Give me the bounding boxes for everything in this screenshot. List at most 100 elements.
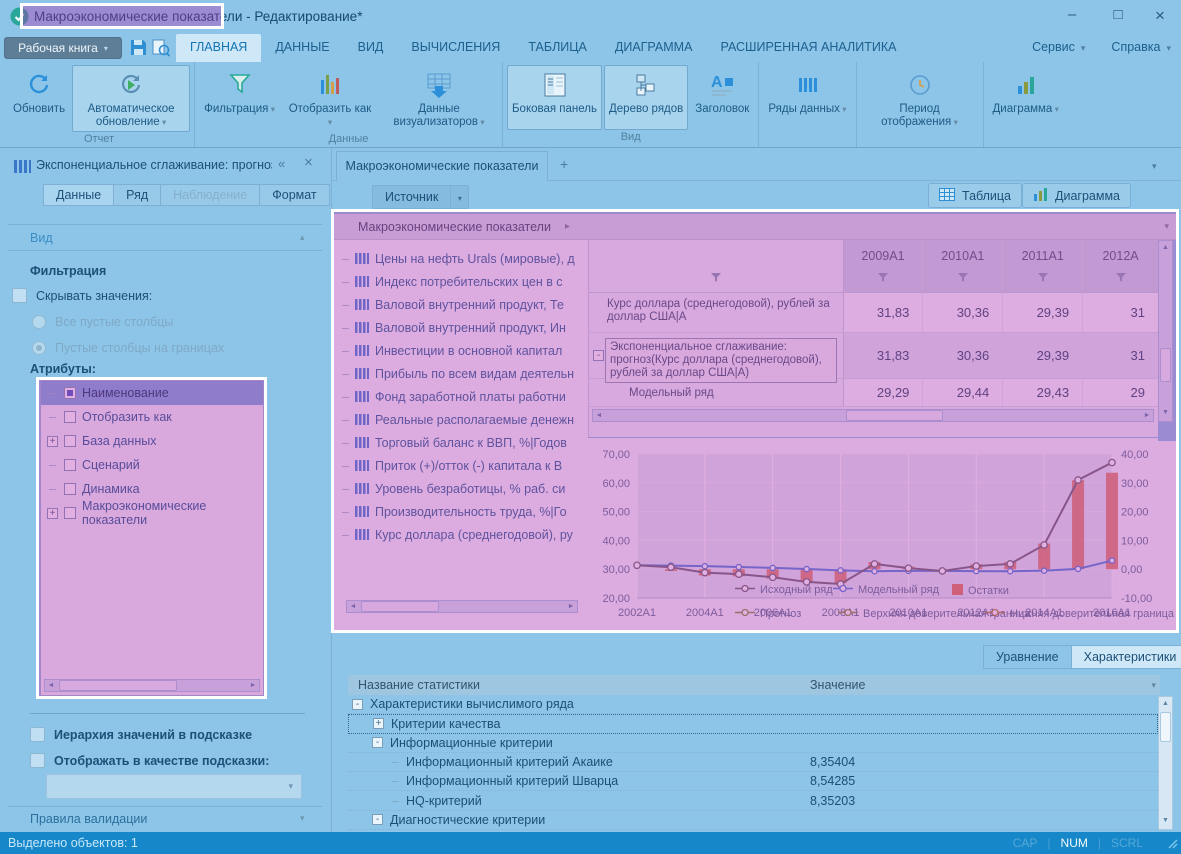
series-item-приток-отток-капитала-к-в[interactable]: –Приток (+)/отток (-) капитала к В bbox=[332, 454, 588, 477]
value-cell[interactable]: 29,43 bbox=[1003, 379, 1083, 406]
column-header-2012a[interactable]: 2012A bbox=[1083, 240, 1158, 292]
collapse-icon[interactable]: - bbox=[593, 350, 604, 361]
row-header-cell[interactable]: Модельный ряд bbox=[589, 379, 844, 406]
value-cell[interactable]: 29,39 bbox=[1003, 293, 1083, 332]
collapse-icon[interactable]: - bbox=[372, 737, 383, 748]
validation-rules-header[interactable]: Правила валидации bbox=[30, 812, 147, 826]
scroll-thumb[interactable] bbox=[846, 410, 942, 421]
series-item-валовой-внутренний-продукт-те[interactable]: –Валовой внутренний продукт, Те bbox=[332, 293, 588, 316]
scroll-up-icon[interactable]: ▲ bbox=[1159, 697, 1172, 710]
stats-row-критерии-качества[interactable]: +Критерии качества bbox=[348, 714, 1158, 733]
table-corner-header[interactable] bbox=[589, 240, 844, 292]
filter-funnel-icon[interactable] bbox=[957, 272, 969, 286]
radio-border-empty-row[interactable]: Пустые столбцы на границах bbox=[32, 341, 224, 355]
checkbox-icon[interactable] bbox=[64, 435, 76, 447]
checkbox-icon[interactable] bbox=[64, 459, 76, 471]
stats-row-диагностические-критерии[interactable]: -Диагностические критерии bbox=[348, 811, 1158, 830]
checkbox-icon[interactable] bbox=[12, 288, 27, 303]
scroll-track[interactable] bbox=[359, 601, 565, 612]
radio-selected-icon[interactable] bbox=[32, 341, 46, 355]
print-preview-icon[interactable] bbox=[152, 39, 172, 57]
row-header-cell[interactable]: -Экспоненциальное сглаживание: прогноз(К… bbox=[589, 333, 844, 378]
stats-row-информационные-критерии[interactable]: -Информационные критерии bbox=[348, 734, 1158, 753]
menu-tab-вид[interactable]: ВИД bbox=[344, 34, 398, 62]
checkbox-icon[interactable] bbox=[30, 727, 45, 742]
value-cell[interactable]: 30,36 bbox=[923, 333, 1003, 378]
series-item-торговый-баланс-к-ввп-годов[interactable]: –Торговый баланс к ВВП, %|Годов bbox=[332, 431, 588, 454]
stats-row-hq-критерий[interactable]: –HQ-критерий8,35203 bbox=[348, 791, 1158, 810]
ribbon-button-период-отображения[interactable]: Период отображения ▾ bbox=[861, 65, 979, 132]
table-view-button[interactable]: Таблица bbox=[928, 183, 1022, 208]
panel-tab-данные[interactable]: Данные bbox=[43, 184, 114, 206]
value-cell[interactable]: 29,39 bbox=[1003, 333, 1083, 378]
source-button[interactable]: Источник ▾ bbox=[372, 185, 469, 209]
chart-view-button[interactable]: Диаграмма bbox=[1022, 183, 1131, 208]
ribbon-button-дерево-рядов[interactable]: Дерево рядов bbox=[604, 65, 688, 130]
column-header-2009a1[interactable]: 2009A1 bbox=[844, 240, 924, 292]
attribute-item-макроэкономические-показатели[interactable]: +Макроэкономические показатели bbox=[41, 501, 263, 525]
attribute-item-база-данных[interactable]: +База данных bbox=[41, 429, 263, 453]
attribute-item-сценарий[interactable]: –Сценарий bbox=[41, 453, 263, 477]
scroll-thumb[interactable] bbox=[1160, 712, 1171, 742]
checkbox-icon[interactable] bbox=[64, 507, 76, 519]
ribbon-button-боковая-панель[interactable]: Боковая панель bbox=[507, 65, 602, 130]
collapse-section-icon[interactable]: ▴ bbox=[300, 232, 305, 243]
ribbon-button-заголовок[interactable]: AЗаголовок bbox=[690, 65, 754, 130]
column-header-2011a1[interactable]: 2011A1 bbox=[1003, 240, 1083, 292]
value-cell[interactable]: 29 bbox=[1083, 379, 1158, 406]
section-view-header[interactable]: Вид bbox=[30, 231, 53, 245]
characteristics-button[interactable]: Характеристики bbox=[1071, 645, 1181, 669]
menu-tab-диаграмма[interactable]: ДИАГРАММА bbox=[601, 34, 707, 62]
row-header-cell[interactable]: Курс доллара (среднегодовой), рублей за … bbox=[589, 293, 844, 332]
chevron-down-icon[interactable]: ▾ bbox=[1164, 221, 1169, 232]
chevron-down-icon[interactable]: ▾ bbox=[1152, 161, 1157, 172]
resize-grip-icon[interactable] bbox=[1167, 838, 1179, 850]
equation-button[interactable]: Уравнение bbox=[983, 645, 1072, 669]
chevron-down-icon[interactable]: ▾ bbox=[451, 185, 469, 209]
collapse-panel-icon[interactable]: « bbox=[278, 156, 285, 171]
table-row[interactable]: -Экспоненциальное сглаживание: прогноз(К… bbox=[589, 333, 1158, 379]
service-menu[interactable]: Сервис▾ bbox=[1032, 40, 1085, 54]
value-cell[interactable]: 29,44 bbox=[923, 379, 1003, 406]
chevron-down-icon[interactable]: ▾ bbox=[1151, 680, 1156, 691]
attributes-hscrollbar[interactable]: ◄ ► bbox=[44, 679, 260, 692]
value-cell[interactable]: 30,36 bbox=[923, 293, 1003, 332]
tooltip-checkbox-row[interactable]: Отображать в качестве подсказки: bbox=[30, 753, 269, 768]
scroll-thumb[interactable] bbox=[1160, 348, 1171, 382]
series-item-курс-доллара-среднегодовой-ру[interactable]: –Курс доллара (среднегодовой), ру bbox=[332, 523, 588, 546]
ribbon-button-автоматическое-обновление[interactable]: Автоматическое обновление ▾ bbox=[72, 65, 190, 132]
expand-icon[interactable]: + bbox=[47, 508, 58, 519]
series-item-валовой-внутренний-продукт-ин[interactable]: –Валовой внутренний продукт, Ин bbox=[332, 316, 588, 339]
filter-funnel-icon[interactable] bbox=[710, 271, 722, 286]
series-item-прибыль-по-всем-видам-деятельн[interactable]: –Прибыль по всем видам деятельн bbox=[332, 362, 588, 385]
menu-tab-расширенная-аналитика[interactable]: РАСШИРЕННАЯ АНАЛИТИКА bbox=[706, 34, 910, 62]
scroll-right-icon[interactable]: ► bbox=[247, 680, 259, 691]
legend-item-нижняя-доверительная-граница[interactable]: Нижняя доверительная граница bbox=[985, 608, 1174, 620]
ribbon-button-диаграмма[interactable]: Диаграмма ▾ bbox=[988, 65, 1064, 130]
series-item-уровень-безработицы-раб-си[interactable]: –Уровень безработицы, % раб. си bbox=[332, 477, 588, 500]
filter-funnel-icon[interactable] bbox=[1115, 272, 1127, 286]
menu-tab-вычисления[interactable]: ВЫЧИСЛЕНИЯ bbox=[397, 34, 514, 62]
value-cell[interactable]: 31,83 bbox=[844, 333, 924, 378]
document-tab[interactable]: Макроэкономические показатели bbox=[336, 151, 548, 181]
tooltip-dropdown[interactable]: ▾ bbox=[46, 774, 302, 799]
checkbox-icon[interactable] bbox=[64, 387, 76, 399]
attributes-list[interactable]: –Наименование–Отобразить как+База данных… bbox=[40, 380, 264, 696]
attribute-item-отобразить-как[interactable]: –Отобразить как bbox=[41, 405, 263, 429]
stats-row-информационный-критерий-шварца[interactable]: –Информационный критерий Шварца8,54285 bbox=[348, 772, 1158, 791]
scroll-track[interactable] bbox=[605, 410, 1141, 421]
collapse-icon[interactable]: - bbox=[352, 699, 363, 710]
menu-tab-данные[interactable]: ДАННЫЕ bbox=[261, 34, 343, 62]
help-menu[interactable]: Справка▾ bbox=[1111, 40, 1171, 54]
scroll-left-icon[interactable]: ◄ bbox=[593, 410, 605, 421]
panel-tab-формат[interactable]: Формат bbox=[259, 184, 329, 206]
workbook-menu-button[interactable]: Рабочая книга ▾ bbox=[4, 37, 122, 59]
close-button[interactable]: × bbox=[1143, 6, 1177, 28]
table-hscrollbar[interactable]: ◄ ► bbox=[592, 409, 1154, 422]
ribbon-button-данные-визуализаторов[interactable]: Данные визуализаторов ▾ bbox=[380, 65, 498, 132]
radio-icon[interactable] bbox=[32, 315, 46, 329]
collapse-section-icon[interactable]: ▾ bbox=[300, 813, 305, 824]
save-icon[interactable] bbox=[130, 39, 150, 57]
collapse-icon[interactable]: - bbox=[372, 814, 383, 825]
table-row[interactable]: Модельный ряд29,2929,4429,4329 bbox=[589, 379, 1158, 407]
